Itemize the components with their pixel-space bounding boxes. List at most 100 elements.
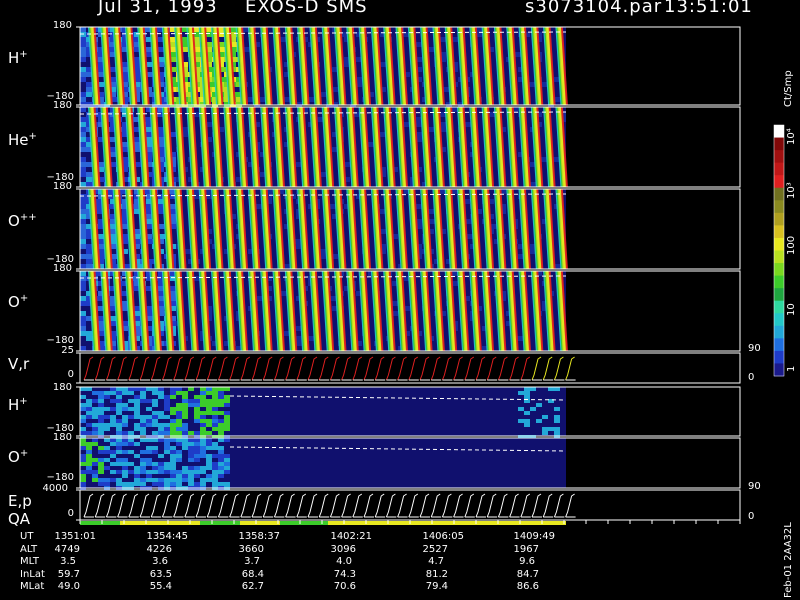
- panel-label-o-plus-plus: O++: [8, 212, 37, 230]
- spectrogram-cell: [110, 229, 116, 234]
- spectrogram-cell: [200, 419, 206, 423]
- spectrogram-cell: [134, 423, 140, 427]
- colorbar-segment: [774, 162, 784, 176]
- panel-label-vr: V,r: [8, 355, 30, 373]
- spectrogram-cell: [92, 458, 98, 462]
- spectrogram-cell: [176, 442, 182, 446]
- spectrogram-cell: [188, 431, 194, 435]
- orbit-cell: 3.5: [60, 556, 76, 567]
- spectrogram-cell: [116, 470, 122, 474]
- spectrogram-cell: [80, 194, 86, 199]
- spectrogram-cell: [98, 72, 104, 77]
- spectrogram-cell: [122, 482, 128, 486]
- spectrogram-cell: [158, 395, 164, 399]
- spectrogram-cell: [218, 403, 224, 407]
- spectrogram-cell: [176, 407, 182, 411]
- spectrogram-cell: [80, 403, 86, 407]
- colorbar-tick-1000: 10³: [786, 182, 797, 199]
- spectrogram-cell: [176, 427, 182, 431]
- spectrogram-cell: [212, 395, 218, 399]
- spectrogram-cell: [182, 423, 188, 427]
- spectrogram-cell: [188, 446, 194, 450]
- spectrogram-cell: [218, 450, 224, 454]
- ytick-top-1: 180: [52, 20, 72, 31]
- spectrogram-cell: [224, 482, 230, 486]
- spectrogram-cell: [92, 438, 98, 442]
- panel-label-o-plus-2: O+: [8, 448, 29, 466]
- spectrogram-cell: [158, 470, 164, 474]
- spectrogram-cell: [80, 157, 86, 162]
- spectrogram-cell: [176, 454, 182, 458]
- orbit-cell: 2527: [422, 543, 448, 555]
- spectrogram-cell: [152, 438, 158, 442]
- spectrogram-cell: [140, 423, 146, 427]
- spectrogram-cell: [194, 442, 200, 446]
- orbit-cell: 1967: [513, 543, 539, 555]
- spectrogram-cell: [164, 407, 170, 411]
- spectrogram-cell: [128, 415, 134, 419]
- spectrogram-cell: [518, 407, 524, 411]
- spectrogram-cell: [200, 450, 206, 454]
- spectrogram-cell: [122, 470, 128, 474]
- spectrogram-cell: [80, 311, 86, 316]
- spectrogram-cell: [182, 431, 188, 435]
- spectrogram-cell: [170, 209, 176, 214]
- spectrogram-cell: [164, 438, 170, 442]
- spectrogram-cell: [188, 454, 194, 458]
- spectrogram-cell: [146, 474, 152, 478]
- spectrogram-cell: [80, 254, 86, 259]
- panel-label-h-plus-1: H+: [8, 49, 28, 67]
- spectrogram-cell: [182, 442, 188, 446]
- ytick-top-7: 180: [52, 432, 72, 443]
- spectrogram-cell: [134, 478, 140, 482]
- spectrogram-cell: [200, 395, 206, 399]
- spectrogram-cell: [152, 415, 158, 419]
- spectrogram-cell: [212, 411, 218, 415]
- spectrogram-cell: [116, 407, 122, 411]
- right-tick-ep-bottom: 0: [748, 511, 755, 522]
- spectrogram-cell: [98, 403, 104, 407]
- colorbar-unit: Ct/Smp: [783, 70, 794, 107]
- spectrogram-cell: [122, 403, 128, 407]
- spectrogram-cell: [92, 442, 98, 446]
- spectrogram-cell: [146, 387, 152, 391]
- spectrogram-cell: [146, 137, 152, 142]
- ytick-bottom-5: 0: [67, 369, 74, 380]
- spectrogram-cell: [152, 387, 158, 391]
- spectrogram-cell: [134, 142, 140, 147]
- spectrogram-cell: [134, 306, 140, 311]
- spectrogram-cell: [80, 182, 86, 187]
- spectrogram-cell: [80, 219, 86, 224]
- orbit-cell: 70.6: [333, 581, 356, 592]
- spectrogram-cell: [110, 450, 116, 454]
- spectrogram-cell: [218, 466, 224, 470]
- spectrogram-cell: [80, 415, 86, 419]
- panel-background: [80, 353, 740, 383]
- spectrogram-cell: [530, 407, 536, 411]
- spectrogram-cell: [86, 182, 92, 187]
- spectrogram-cell: [158, 296, 164, 301]
- spectrogram-cell: [140, 399, 146, 403]
- spectrogram-cell: [140, 395, 146, 399]
- orbit-cell: 4.0: [336, 556, 352, 567]
- spectrogram-cell: [182, 427, 188, 431]
- spectrogram-cell: [80, 431, 86, 435]
- spectrogram-cell: [98, 423, 104, 427]
- spectrogram-cell: [116, 423, 122, 427]
- spectrogram-cell: [206, 474, 212, 478]
- spectrogram-cell: [212, 474, 218, 478]
- spectrogram-cell: [80, 470, 86, 474]
- spectrogram-cell: [134, 470, 140, 474]
- spectrogram-cell: [116, 399, 122, 403]
- spectrogram-cell: [182, 399, 188, 403]
- spectrogram-cell: [146, 450, 152, 454]
- spectrogram-cell: [152, 482, 158, 486]
- spectrogram-cell: [212, 423, 218, 427]
- spectrogram-cell: [86, 458, 92, 462]
- spectrogram-cell: [170, 466, 176, 470]
- spectrogram-cell: [80, 77, 86, 82]
- spectrogram-cell: [80, 167, 86, 172]
- spectrogram-cell: [116, 442, 122, 446]
- spectrogram-cell: [224, 438, 230, 442]
- orbit-cell: 1402:21: [330, 531, 372, 542]
